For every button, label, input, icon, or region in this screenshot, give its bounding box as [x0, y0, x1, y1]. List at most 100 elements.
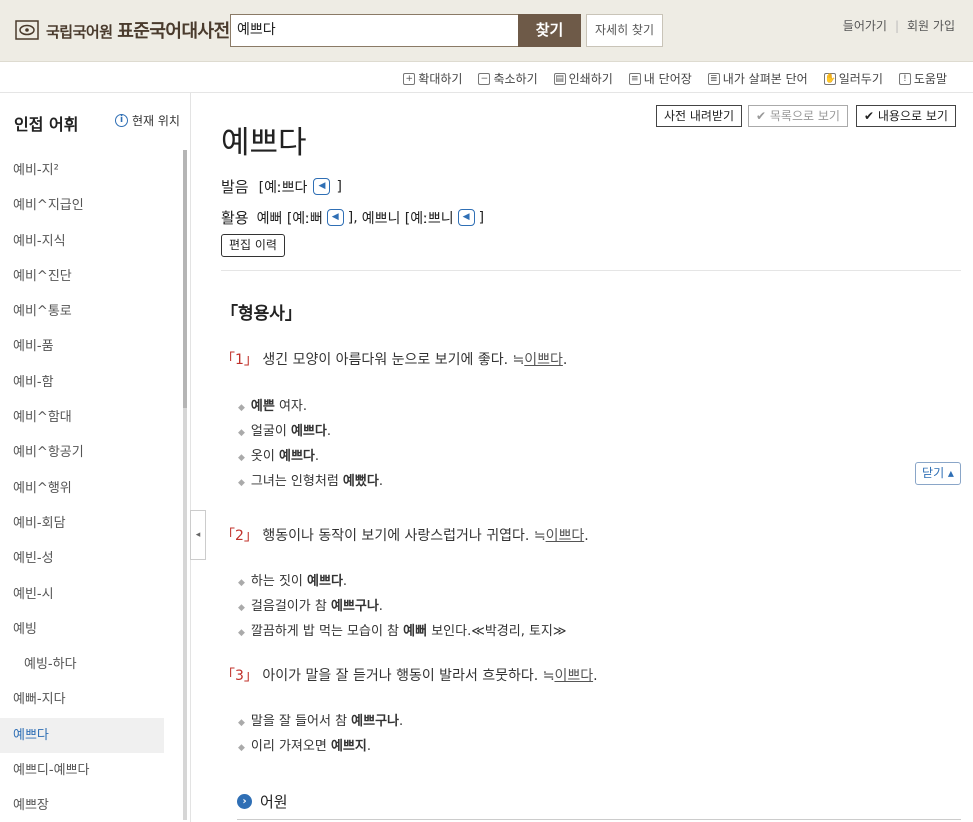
example-text: 여자. — [274, 399, 308, 414]
example-text: . — [314, 449, 320, 464]
logo-text: 국립국어원 표준국어대사전 — [46, 17, 230, 43]
close-examples-button[interactable]: 닫기 ▴ — [915, 462, 961, 485]
search-input[interactable]: 예쁘다 — [230, 14, 520, 47]
detail-search-button[interactable]: 자세히 찾기 — [586, 14, 663, 47]
pronunciation-value: [예ː쁘다 — [258, 179, 308, 196]
example-text: 보인다.≪박경리, 토지≫ — [427, 624, 567, 639]
list-item[interactable]: 예쁘장 — [0, 788, 180, 822]
example-text: 그녀는 인형처럼 — [250, 474, 343, 489]
speaker-icon[interactable]: ◀ — [313, 178, 331, 195]
list-item[interactable]: 예비-함 — [0, 365, 180, 400]
content-view-button[interactable]: ✔ 내용으로 보기 — [856, 105, 956, 127]
bullet-icon: ◆ — [238, 628, 245, 638]
synonym-marker: ≒ — [512, 352, 525, 368]
list-item[interactable]: 예빙 — [0, 612, 180, 647]
bullet-icon: ◆ — [238, 428, 245, 438]
pronunciation: 발음 [예ː쁘다 ◀] — [221, 176, 342, 197]
list-item[interactable]: 예비^행위 — [0, 471, 180, 506]
chevron-right-icon: › — [237, 794, 252, 809]
synonym-link[interactable]: 이쁘다 — [546, 528, 585, 544]
login-link[interactable]: 들어가기 — [843, 17, 887, 34]
history-button[interactable]: ≣ 내가 살펴본 단어 — [707, 70, 808, 87]
zoom-in-button[interactable]: + 확대하기 — [403, 70, 462, 87]
conjugation-form: 예뻐 [예ː뻐 — [256, 210, 323, 227]
list-item[interactable]: 예비^진단 — [0, 259, 180, 294]
speaker-icon[interactable]: ◀ — [457, 209, 475, 226]
sidebar-title: 인접 어휘 — [14, 115, 79, 134]
sense-number: 「2」 — [221, 528, 258, 544]
example: ◆ 예쁜 여자. — [238, 395, 307, 414]
hand-icon: ✋ — [823, 72, 836, 85]
help-button[interactable]: ! 도움말 — [898, 70, 947, 87]
search-button[interactable]: 찾기 — [518, 14, 581, 47]
synonym-link[interactable]: 이쁘다 — [524, 352, 563, 368]
example: ◆ 얼굴이 예쁘다. — [238, 420, 331, 439]
list-item[interactable]: 예비^항공기 — [0, 435, 180, 470]
etymology-toggle[interactable]: › 어원 — [237, 791, 288, 812]
period: . — [562, 352, 568, 368]
list-item[interactable]: 예빙-하다 — [0, 647, 180, 682]
signup-link[interactable]: 회원 가입 — [907, 17, 955, 34]
example-keyword: 예쁜 — [250, 399, 275, 414]
list-item[interactable]: 예비-회담 — [0, 506, 180, 541]
example: ◆ 걸음걸이가 참 예쁘구나. — [238, 595, 383, 614]
example-text: 걸음걸이가 참 — [250, 599, 331, 614]
conjugation-label: 활용 — [221, 209, 249, 227]
list-item[interactable]: 예비-지식 — [0, 224, 180, 259]
list-item[interactable]: 예비^함대 — [0, 400, 180, 435]
synonym-link[interactable]: 이쁘다 — [554, 668, 593, 684]
zoom-out-button[interactable]: − 축소하기 — [478, 70, 538, 87]
current-location-button[interactable]: i 현재 위치 — [115, 112, 180, 129]
header: 국립국어원 표준국어대사전 예쁘다 찾기 자세히 찾기 들어가기 | 회원 가입 — [0, 0, 973, 62]
tool-label: 축소하기 — [493, 72, 538, 86]
part-of-speech: 「형용사」 — [221, 304, 302, 324]
notes-button[interactable]: ✋ 일러두기 — [823, 70, 883, 87]
logo-prefix: 국립국어원 — [46, 23, 113, 41]
entry-word: 예쁘다 — [221, 125, 307, 161]
list-item[interactable]: 예뻐-지다 — [0, 682, 180, 717]
list-item[interactable]: 예쁘디-예쁘다 — [0, 753, 180, 788]
example-keyword: 예쁘다 — [278, 449, 315, 464]
pronunciation-label: 발음 — [221, 178, 249, 196]
list-item[interactable]: 예비-지² — [0, 153, 180, 188]
bullet-icon: ◆ — [238, 718, 245, 728]
bracket: ] — [336, 178, 342, 195]
example: ◆ 옷이 예쁘다. — [238, 445, 319, 464]
example-text: . — [342, 574, 348, 589]
list-item-current[interactable]: 예쁘다 — [0, 717, 164, 754]
example-text: . — [399, 714, 404, 729]
bullet-icon: ◆ — [238, 453, 245, 463]
zoom-in-icon: + — [403, 72, 416, 85]
edit-history-button[interactable]: 편집 이력 — [221, 234, 285, 257]
site-logo[interactable]: 국립국어원 표준국어대사전 — [14, 17, 230, 43]
wordbook-button[interactable]: ≡ 내 단어장 — [628, 70, 692, 87]
sense-definition: 「3」 아이가 말을 잘 듣거나 행동이 발라서 흐뭇하다. ≒이쁘다. — [221, 665, 598, 685]
list-item[interactable]: 예비^지급인 — [0, 188, 180, 223]
example: ◆ 하는 짓이 예쁘다. — [238, 570, 347, 589]
adjacent-word-list: 예비-지² 예비^지급인 예비-지식 예비^진단 예비^통로 예비-품 예비-함… — [0, 153, 180, 822]
example-text: 하는 짓이 — [250, 574, 308, 589]
current-location-label: 현재 위치 — [132, 114, 180, 128]
bracket: ], — [347, 209, 358, 226]
example-keyword: 예뻤다 — [342, 474, 379, 489]
sense-definition: 「2」 행동이나 동작이 보기에 사랑스럽거나 귀엽다. ≒이쁘다. — [221, 525, 589, 545]
list-item[interactable]: 예비-품 — [0, 329, 180, 364]
example-keyword: 예쁘다 — [290, 424, 327, 439]
example-text: 깔끔하게 밥 먹는 모습이 참 — [250, 624, 404, 639]
bullet-icon: ◆ — [238, 743, 245, 753]
list-item[interactable]: 예빈-시 — [0, 577, 180, 612]
logo-name: 표준국어대사전 — [117, 21, 230, 42]
tool-label: 확대하기 — [418, 72, 463, 86]
example: ◆ 말을 잘 들어서 참 예쁘구나. — [238, 710, 403, 729]
tool-label: 내 단어장 — [643, 72, 692, 86]
list-view-button[interactable]: ✔ 목록으로 보기 — [748, 105, 848, 127]
main-content: 사전 내려받기 ✔ 목록으로 보기 ✔ 내용으로 보기 예쁘다 발음 [예ː쁘다… — [192, 93, 973, 822]
toolbar: + 확대하기 − 축소하기 ▤ 인쇄하기 ≡ 내 단어장 ≣ 내가 살펴본 단어 ✋ 일러두… — [0, 62, 973, 93]
list-item[interactable]: 예빈-성 — [0, 541, 180, 576]
sidebar-scrollbar-thumb[interactable] — [183, 150, 187, 408]
account-links: 들어가기 | 회원 가입 — [843, 17, 955, 34]
speaker-icon[interactable]: ◀ — [326, 209, 344, 226]
print-button[interactable]: ▤ 인쇄하기 — [553, 70, 613, 87]
download-dictionary-button[interactable]: 사전 내려받기 — [656, 105, 743, 127]
list-item[interactable]: 예비^통로 — [0, 294, 180, 329]
